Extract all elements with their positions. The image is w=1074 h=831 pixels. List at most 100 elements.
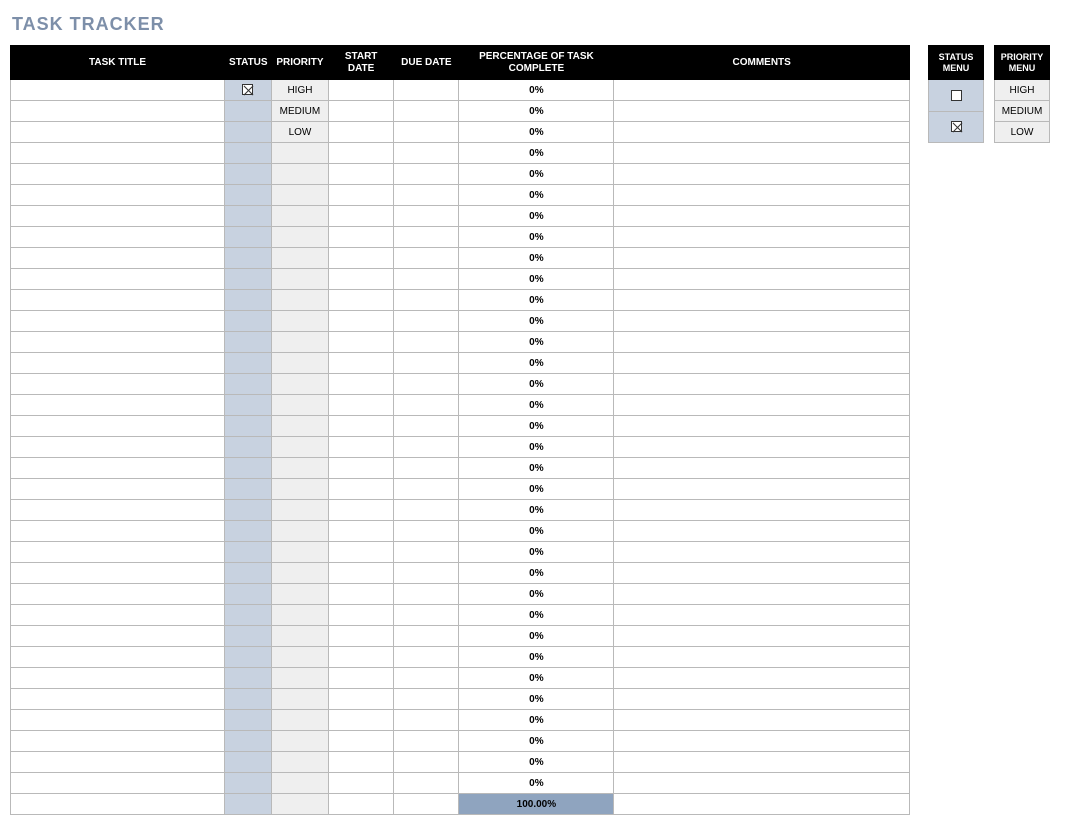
cell-start-date[interactable] (329, 773, 394, 794)
cell-status[interactable] (225, 752, 272, 773)
cell-priority[interactable] (271, 647, 328, 668)
cell-due-date[interactable] (394, 290, 459, 311)
cell-due-date[interactable] (394, 584, 459, 605)
cell-task-title[interactable] (11, 143, 225, 164)
cell-comments[interactable] (614, 563, 910, 584)
cell-due-date[interactable] (394, 311, 459, 332)
cell-status[interactable] (225, 101, 272, 122)
cell-percent-complete[interactable]: 0% (459, 668, 614, 689)
cell-due-date[interactable] (394, 80, 459, 101)
cell-comments[interactable] (614, 521, 910, 542)
cell-status[interactable] (225, 206, 272, 227)
cell-due-date[interactable] (394, 542, 459, 563)
cell-status[interactable] (225, 437, 272, 458)
cell-priority[interactable] (271, 542, 328, 563)
checkbox-checked-icon[interactable] (951, 121, 962, 132)
cell-status[interactable] (225, 374, 272, 395)
cell-task-title[interactable] (11, 668, 225, 689)
cell-percent-complete[interactable]: 0% (459, 311, 614, 332)
cell-task-title[interactable] (11, 563, 225, 584)
cell-start-date[interactable] (329, 290, 394, 311)
cell-percent-complete[interactable]: 0% (459, 626, 614, 647)
cell-priority[interactable] (271, 731, 328, 752)
cell-status[interactable] (225, 710, 272, 731)
cell-due-date[interactable] (394, 773, 459, 794)
cell-comments[interactable] (614, 332, 910, 353)
cell-start-date[interactable] (329, 626, 394, 647)
cell-due-date[interactable] (394, 143, 459, 164)
cell-status[interactable] (225, 605, 272, 626)
cell-start-date[interactable] (329, 416, 394, 437)
cell-task-title[interactable] (11, 248, 225, 269)
cell-percent-complete[interactable]: 0% (459, 227, 614, 248)
cell-percent-complete[interactable]: 0% (459, 689, 614, 710)
cell-status[interactable] (225, 353, 272, 374)
cell-percent-complete[interactable]: 0% (459, 80, 614, 101)
cell-task-title[interactable] (11, 122, 225, 143)
cell-status[interactable] (225, 332, 272, 353)
cell-due-date[interactable] (394, 647, 459, 668)
cell-priority[interactable] (271, 185, 328, 206)
cell-comments[interactable] (614, 605, 910, 626)
cell-percent-complete[interactable]: 0% (459, 752, 614, 773)
cell-priority[interactable] (271, 668, 328, 689)
cell-status[interactable] (225, 668, 272, 689)
cell-percent-complete[interactable]: 0% (459, 437, 614, 458)
cell-comments[interactable] (614, 227, 910, 248)
cell-start-date[interactable] (329, 164, 394, 185)
cell-status[interactable] (225, 122, 272, 143)
cell-due-date[interactable] (394, 668, 459, 689)
cell-task-title[interactable] (11, 269, 225, 290)
cell-start-date[interactable] (329, 752, 394, 773)
cell-status[interactable] (225, 143, 272, 164)
cell-comments[interactable] (614, 626, 910, 647)
cell-comments[interactable] (614, 647, 910, 668)
cell-priority[interactable] (271, 164, 328, 185)
cell-status[interactable] (225, 311, 272, 332)
cell-percent-complete[interactable]: 0% (459, 206, 614, 227)
cell-status[interactable] (225, 80, 272, 101)
cell-due-date[interactable] (394, 185, 459, 206)
cell-percent-complete[interactable]: 0% (459, 584, 614, 605)
cell-task-title[interactable] (11, 374, 225, 395)
cell-task-title[interactable] (11, 290, 225, 311)
cell-due-date[interactable] (394, 626, 459, 647)
cell-comments[interactable] (614, 164, 910, 185)
cell-task-title[interactable] (11, 521, 225, 542)
cell-comments[interactable] (614, 542, 910, 563)
cell-task-title[interactable] (11, 479, 225, 500)
cell-priority[interactable] (271, 311, 328, 332)
cell-priority[interactable] (271, 290, 328, 311)
cell-due-date[interactable] (394, 248, 459, 269)
cell-task-title[interactable] (11, 647, 225, 668)
cell-comments[interactable] (614, 290, 910, 311)
cell-task-title[interactable] (11, 731, 225, 752)
priority-menu-item[interactable]: MEDIUM (995, 101, 1050, 122)
cell-start-date[interactable] (329, 521, 394, 542)
cell-start-date[interactable] (329, 563, 394, 584)
cell-task-title[interactable] (11, 773, 225, 794)
cell-status[interactable] (225, 269, 272, 290)
cell-due-date[interactable] (394, 437, 459, 458)
cell-task-title[interactable] (11, 353, 225, 374)
cell-task-title[interactable] (11, 311, 225, 332)
cell-due-date[interactable] (394, 563, 459, 584)
cell-start-date[interactable] (329, 542, 394, 563)
cell-start-date[interactable] (329, 311, 394, 332)
cell-comments[interactable] (614, 689, 910, 710)
checkbox-checked-icon[interactable] (242, 84, 253, 95)
cell-percent-complete[interactable]: 0% (459, 710, 614, 731)
cell-priority[interactable] (271, 563, 328, 584)
cell-start-date[interactable] (329, 689, 394, 710)
cell-comments[interactable] (614, 311, 910, 332)
cell-start-date[interactable] (329, 332, 394, 353)
cell-comments[interactable] (614, 458, 910, 479)
cell-comments[interactable] (614, 416, 910, 437)
cell-due-date[interactable] (394, 479, 459, 500)
cell-task-title[interactable] (11, 500, 225, 521)
cell-due-date[interactable] (394, 353, 459, 374)
cell-priority[interactable] (271, 143, 328, 164)
cell-percent-complete[interactable]: 0% (459, 101, 614, 122)
cell-start-date[interactable] (329, 710, 394, 731)
cell-start-date[interactable] (329, 395, 394, 416)
